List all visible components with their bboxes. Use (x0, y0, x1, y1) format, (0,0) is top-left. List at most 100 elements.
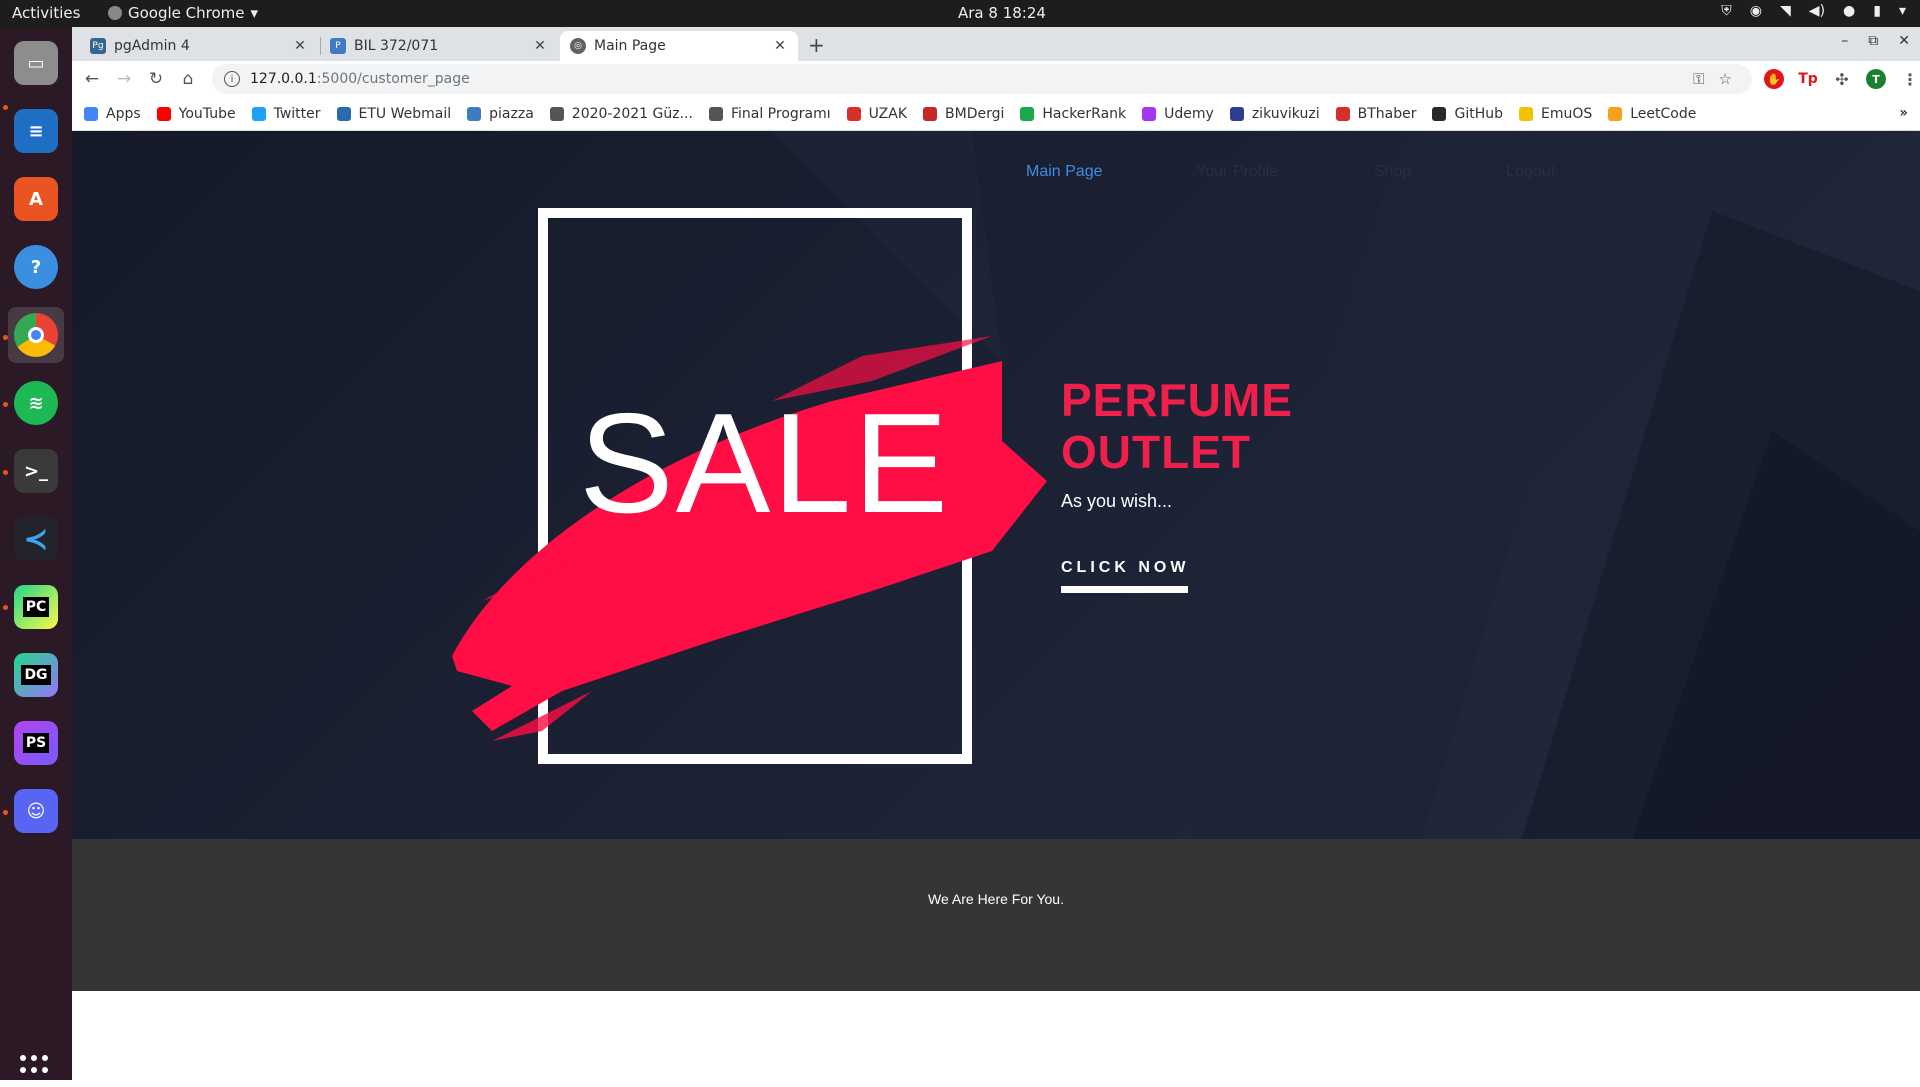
dock-writer[interactable]: ≡ (8, 103, 64, 159)
bookmark-label: Final Programı (730, 105, 831, 122)
clock[interactable]: Ara 8 18:24 (958, 4, 1046, 22)
app-menu-label: Google Chrome (128, 4, 245, 22)
tab-bil372[interactable]: P BIL 372/071 ✕ (320, 31, 558, 61)
microphone-icon[interactable]: ● (1843, 3, 1855, 19)
bookmark-favicon-icon (1229, 106, 1244, 121)
dock-vscode[interactable]: ≺ (8, 511, 64, 567)
tab-pgadmin[interactable]: Pg pgAdmin 4 ✕ (80, 31, 318, 61)
bookmark-2020-2021-g-z[interactable]: 2020-2021 Güz... (549, 106, 693, 122)
dock-help[interactable]: ? (8, 239, 64, 295)
bookmark-label: Twitter (273, 105, 321, 122)
more-menu-icon[interactable]: ⋮ (1900, 69, 1920, 89)
dock-software[interactable]: A (8, 171, 64, 227)
close-tab-icon[interactable]: ✕ (292, 38, 308, 54)
discord-tray-icon[interactable]: ◉ (1750, 3, 1762, 19)
footer: We Are Here For You. (72, 839, 1920, 991)
click-now-button[interactable]: CLICK NOW (1061, 559, 1189, 577)
profile-avatar[interactable]: T (1866, 69, 1886, 89)
bookmark-etu-webmail[interactable]: ETU Webmail (336, 106, 451, 122)
piazza-icon: P (330, 38, 346, 54)
system-top-bar: Activities Google Chrome ▾ Ara 8 18:24 ⛨… (0, 0, 1920, 27)
dock-datagrip[interactable]: DG (8, 647, 64, 703)
site-info-icon[interactable]: i (224, 71, 240, 87)
bookmark-favicon-icon (467, 106, 482, 121)
bookmark-twitter[interactable]: Twitter (251, 105, 321, 122)
bookmark-hackerrank[interactable]: HackerRank (1020, 106, 1126, 122)
tab-title: Main Page (594, 38, 666, 54)
dock-chrome[interactable] (8, 307, 64, 363)
bookmark-bthaber[interactable]: BThaber (1335, 105, 1417, 122)
bookmark-piazza[interactable]: piazza (467, 106, 534, 122)
new-tab-icon[interactable]: + (808, 33, 825, 57)
vpn-icon[interactable]: ⛨ (1721, 3, 1732, 19)
close-tab-icon[interactable]: ✕ (532, 38, 548, 54)
dock-spotify[interactable]: ≋ (8, 375, 64, 431)
bookmark-label: BThaber (1357, 105, 1417, 122)
forward-icon[interactable]: → (108, 69, 140, 89)
dock-phpstorm[interactable]: PS (8, 715, 64, 771)
app-menu[interactable]: Google Chrome ▾ (108, 4, 258, 22)
wifi-icon[interactable]: ◥ (1780, 3, 1791, 19)
chevron-down-icon: ▾ (250, 4, 259, 22)
bookmark-bmdergi[interactable]: BMDergi (923, 106, 1004, 122)
close-window-icon[interactable]: ✕ (1898, 33, 1910, 49)
bookmark-youtube[interactable]: YouTube (156, 106, 236, 122)
dock: ▭ ≡ A ? ≋ >_ ≺ PC DG PS ☺ (0, 27, 72, 1086)
chrome-app-icon (108, 6, 122, 20)
bookmark-favicon-icon (1518, 106, 1533, 121)
bookmark-label: HackerRank (1042, 105, 1127, 122)
tab-title: pgAdmin 4 (114, 38, 190, 54)
bookmark-favicon-icon (84, 106, 98, 121)
bookmarks-overflow-icon[interactable]: » (1899, 105, 1908, 121)
bookmark-emuos[interactable]: EmuOS (1518, 106, 1592, 122)
show-applications-button[interactable] (20, 1055, 52, 1087)
dock-terminal[interactable]: >_ (8, 443, 64, 499)
dock-discord[interactable]: ☺ (8, 783, 64, 839)
bookmark-favicon-icon (549, 106, 564, 121)
battery-icon[interactable]: ▮ (1873, 3, 1881, 19)
bookmark-udemy[interactable]: Udemy (1142, 106, 1214, 122)
chrome-window: Pg pgAdmin 4 ✕ P BIL 372/071 ✕ ◎ Main Pa… (72, 27, 1920, 1080)
key-icon[interactable]: ⚿ (1693, 70, 1704, 88)
bookmark-favicon-icon (923, 106, 938, 121)
bookmark-label: BMDergi (945, 105, 1005, 122)
puzzle-icon[interactable]: ✣ (1832, 69, 1852, 89)
bookmark-uzak[interactable]: UZAK (846, 105, 908, 122)
headline-line-2: OUTLET (1061, 426, 1251, 478)
close-tab-icon[interactable]: ✕ (772, 38, 788, 54)
adblock-icon[interactable]: ✋ (1764, 69, 1784, 89)
address-bar[interactable]: i 127.0.0.1:5000/customer_page ⚿ ☆ (212, 64, 1752, 94)
system-menu-chevron-icon[interactable]: ▾ (1899, 3, 1906, 19)
restore-icon[interactable]: ⧉ (1868, 33, 1878, 49)
bookmark-label: Udemy (1164, 105, 1214, 122)
bookmark-favicon-icon (1020, 106, 1035, 121)
bookmark-apps[interactable]: Apps (84, 106, 141, 122)
bookmark-github[interactable]: GitHub (1432, 106, 1503, 122)
bookmark-label: UZAK (868, 105, 908, 122)
dock-pycharm[interactable]: PC (8, 579, 64, 635)
bookmark-favicon-icon (708, 106, 723, 121)
system-tray[interactable]: ⛨ ◉ ◥ ◀) ● ▮ ▾ (1721, 3, 1906, 19)
url-host: 127.0.0.1 (250, 71, 317, 87)
hero-section: Main Page Your Profile Shop Logout SALE … (72, 131, 1920, 839)
libreoffice-writer-icon: ≡ (14, 109, 58, 153)
home-icon[interactable]: ⌂ (172, 69, 204, 89)
tab-main-page[interactable]: ◎ Main Page ✕ (560, 31, 798, 61)
bookmark-label: piazza (489, 105, 534, 122)
dock-files[interactable]: ▭ (8, 35, 64, 91)
reload-icon[interactable]: ↻ (140, 69, 172, 89)
star-icon[interactable]: ☆ (1719, 70, 1732, 88)
minimize-icon[interactable]: – (1841, 33, 1848, 49)
tab-title: BIL 372/071 (354, 38, 439, 54)
bookmark-label: zikuvikuzi (1251, 105, 1320, 122)
back-icon[interactable]: ← (76, 69, 108, 89)
activities-button[interactable]: Activities (12, 4, 80, 22)
tagline: As you wish... (1061, 491, 1173, 511)
phpstorm-icon: PS (14, 721, 58, 765)
tp-extension-icon[interactable]: Tp (1798, 69, 1818, 89)
pycharm-icon: PC (14, 585, 58, 629)
bookmark-zikuvikuzi[interactable]: zikuvikuzi (1229, 105, 1320, 122)
volume-icon[interactable]: ◀) (1809, 3, 1825, 19)
bookmark-final-program[interactable]: Final Programı (708, 105, 831, 122)
bookmark-leetcode[interactable]: LeetCode (1608, 106, 1696, 122)
